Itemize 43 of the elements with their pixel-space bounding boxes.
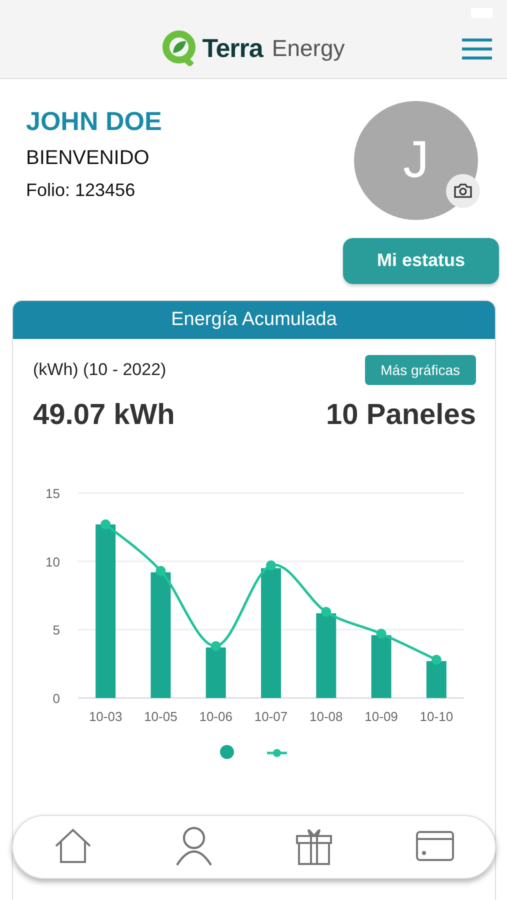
axis-label: 10-10 xyxy=(420,709,454,724)
status-button[interactable]: Mi estatus xyxy=(343,238,499,284)
axis-tick-label: 15 xyxy=(46,486,60,501)
axis-label: 10-06 xyxy=(199,709,232,724)
brand-name: Terra xyxy=(202,32,263,64)
data-point xyxy=(156,566,166,576)
bar xyxy=(206,647,226,698)
period-label: (kWh) (10 - 2022) xyxy=(33,360,166,380)
credit-card-icon xyxy=(416,830,454,860)
logo-icon xyxy=(162,30,196,66)
camera-button[interactable] xyxy=(446,174,480,208)
camera-icon xyxy=(454,183,472,198)
menu-button[interactable] xyxy=(461,38,493,60)
folio-number: Folio: 123456 xyxy=(26,180,136,201)
legend-marker xyxy=(267,749,287,757)
energy-total: 49.07 kWh xyxy=(33,399,175,432)
gift-icon xyxy=(295,826,334,864)
home-icon xyxy=(54,828,92,864)
data-point xyxy=(431,654,442,665)
greeting: BIENVENIDO xyxy=(26,147,150,170)
data-point xyxy=(266,560,276,570)
axis-label: 10-08 xyxy=(310,709,343,724)
data-point xyxy=(210,641,221,652)
bar xyxy=(371,635,392,698)
legend-marker xyxy=(220,745,234,759)
more-charts-button[interactable]: Más gráficas xyxy=(364,355,476,385)
data-point xyxy=(100,519,111,530)
axis-label: 10-07 xyxy=(254,709,288,724)
axis-tick-label: 0 xyxy=(52,691,60,706)
panel-count: 10 Paneles xyxy=(326,399,476,432)
avatar: J xyxy=(354,101,478,220)
card-title: Energía Acumulada xyxy=(13,301,495,339)
axis-tick-label: 5 xyxy=(52,622,60,638)
person-icon xyxy=(174,826,213,866)
axis-label: 10-05 xyxy=(144,709,178,724)
bar xyxy=(426,661,446,698)
axis-tick-label: 10 xyxy=(46,554,60,570)
axis-label: 10-09 xyxy=(364,709,398,724)
data-point xyxy=(376,628,386,639)
axis-label: 10-03 xyxy=(88,709,122,724)
brand-name-suffix: Energy xyxy=(272,34,345,62)
user-name: JOHN DOE xyxy=(26,106,162,137)
data-point xyxy=(321,606,332,617)
